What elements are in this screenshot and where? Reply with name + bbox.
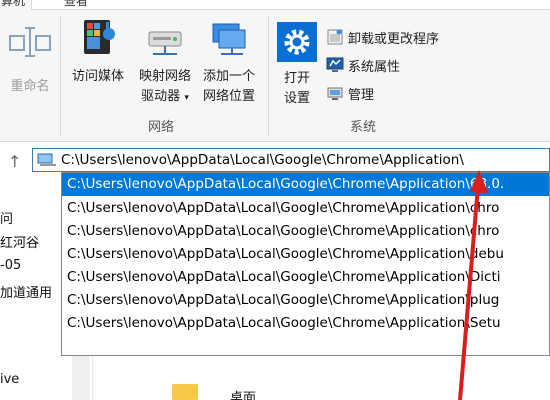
- ribbon: 重命名 访问媒体 映射网络 驱动器 ▾ 添加一个 网络位置 打开 设置 卸载或更…: [0, 10, 550, 142]
- folder-label-desktop[interactable]: 桌面: [230, 387, 256, 400]
- system-properties-item[interactable]: 系统属性: [326, 54, 400, 76]
- navigation-pane: 问 红河谷 -05 加道通用 ive: [0, 180, 60, 400]
- map-drive-label-2: 驱动器 ▾: [141, 89, 189, 104]
- ribbon-separator: [60, 16, 61, 136]
- this-pc-icon: [37, 153, 56, 166]
- uninstall-label: 卸载或更改程序: [348, 31, 440, 47]
- autocomplete-item[interactable]: C:\Users\lenovo\AppData\Local\Google\Chr…: [62, 197, 549, 220]
- address-bar[interactable]: C:\Users\lenovo\AppData\Local\Google\Chr…: [32, 148, 550, 172]
- access-media-button[interactable]: 访问媒体: [64, 16, 132, 87]
- nav-item[interactable]: 问: [0, 208, 13, 227]
- open-settings-button[interactable]: 打开 设置: [272, 22, 322, 109]
- nav-item[interactable]: 加道通用: [0, 282, 52, 301]
- manage-label: 管理: [348, 87, 375, 103]
- network-location-icon: [212, 23, 246, 55]
- system-properties-label: 系统属性: [348, 59, 401, 75]
- settings-gear-icon: [277, 22, 317, 62]
- folder-icon: [172, 384, 198, 400]
- media-label: 访问媒体: [71, 69, 124, 84]
- media-icon: [84, 20, 115, 54]
- nav-item[interactable]: 红河谷: [0, 232, 39, 251]
- uninstall-program-item[interactable]: 卸载或更改程序: [326, 26, 439, 48]
- autocomplete-item[interactable]: C:\Users\lenovo\AppData\Local\Google\Chr…: [62, 173, 549, 196]
- add-location-label-2: 网络位置: [202, 89, 255, 104]
- up-arrow-icon[interactable]: ↑: [8, 152, 21, 171]
- autocomplete-item[interactable]: C:\Users\lenovo\AppData\Local\Google\Chr…: [62, 220, 549, 243]
- add-location-label-1: 添加一个: [202, 69, 255, 84]
- rename-label: 重命名: [10, 79, 50, 94]
- address-autocomplete-list: C:\Users\lenovo\AppData\Local\Google\Chr…: [61, 172, 550, 356]
- group-label-network: 网络: [148, 120, 175, 135]
- tab-view[interactable]: 查看: [64, 0, 88, 10]
- rename-button[interactable]: 重命名: [6, 24, 54, 97]
- network-drive-icon: [148, 31, 182, 55]
- navigation-scrollbar[interactable]: [72, 356, 90, 400]
- nav-item[interactable]: -05: [0, 258, 21, 273]
- autocomplete-item[interactable]: C:\Users\lenovo\AppData\Local\Google\Chr…: [62, 289, 549, 312]
- autocomplete-item[interactable]: C:\Users\lenovo\AppData\Local\Google\Chr…: [62, 312, 549, 335]
- uninstall-icon: [327, 29, 343, 45]
- address-path-input[interactable]: C:\Users\lenovo\AppData\Local\Google\Chr…: [61, 152, 464, 168]
- map-drive-label-1: 映射网络: [138, 69, 191, 84]
- rename-icon: [9, 27, 51, 57]
- computer-management-icon: [327, 87, 343, 100]
- add-network-location-button[interactable]: 添加一个 网络位置: [197, 16, 261, 107]
- group-label-system: 系统: [350, 120, 377, 135]
- manage-item[interactable]: 管理: [326, 82, 374, 104]
- autocomplete-item[interactable]: C:\Users\lenovo\AppData\Local\Google\Chr…: [62, 243, 549, 266]
- chevron-down-icon: ▾: [184, 93, 189, 103]
- map-network-drive-button[interactable]: 映射网络 驱动器 ▾: [132, 16, 198, 108]
- file-list-area: [92, 356, 550, 400]
- open-settings-label-1: 打开: [283, 71, 310, 86]
- system-properties-icon: [326, 57, 344, 72]
- ribbon-tab-strip: 算机 查看: [0, 0, 550, 10]
- ribbon-separator: [268, 16, 269, 136]
- open-settings-label-2: 设置: [283, 91, 310, 106]
- nav-item[interactable]: ive: [0, 372, 19, 387]
- autocomplete-item[interactable]: C:\Users\lenovo\AppData\Local\Google\Chr…: [62, 266, 549, 289]
- tab-computer[interactable]: 算机: [0, 0, 33, 10]
